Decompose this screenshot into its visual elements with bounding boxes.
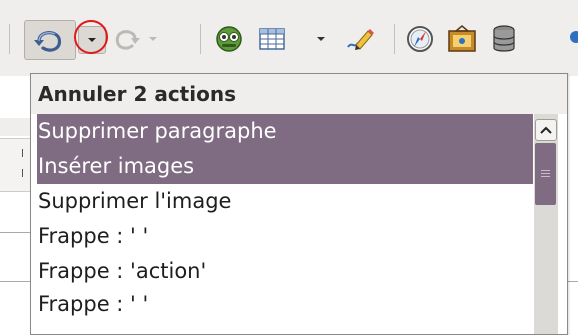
- list-item[interactable]: Supprimer paragraphe: [37, 114, 533, 149]
- table-dropdown-button[interactable]: [314, 26, 328, 52]
- grip-line: [541, 173, 550, 174]
- toolbar-separator: [9, 24, 10, 54]
- scroll-up-button[interactable]: [535, 119, 557, 141]
- ruler-tick: [22, 149, 23, 157]
- chevron-down-icon: [317, 37, 325, 41]
- chevron-up-icon: [540, 126, 552, 134]
- help-icon: [570, 31, 578, 43]
- navigator-compass-button[interactable]: [404, 23, 436, 55]
- gallery-button[interactable]: [444, 22, 480, 56]
- data-sources-button[interactable]: [488, 22, 520, 56]
- navigator-compass-icon: [407, 26, 433, 52]
- more-toolbar-button[interactable]: [564, 26, 578, 52]
- undo-actions-popup: Annuler 2 actions Supprimer paragraphe I…: [30, 73, 568, 335]
- data-sources-icon: [493, 25, 515, 52]
- list-item[interactable]: Insérer images: [37, 149, 533, 184]
- page-margin-line: [0, 232, 30, 233]
- redo-button[interactable]: [112, 24, 142, 54]
- formatting-toolbar-strip: [0, 118, 30, 136]
- grip-line: [541, 176, 550, 177]
- list-item[interactable]: Supprimer l'image: [37, 184, 533, 219]
- navigator-button[interactable]: [212, 22, 246, 56]
- gallery-icon: [448, 25, 476, 52]
- redo-dropdown-button[interactable]: [144, 26, 162, 52]
- standard-toolbar: [0, 0, 578, 76]
- page-margin-line: [0, 281, 30, 282]
- draw-functions-button[interactable]: [344, 24, 376, 54]
- draw-functions-icon: [347, 29, 374, 50]
- insert-table-button[interactable]: [256, 24, 288, 54]
- ruler-tick: [22, 169, 23, 177]
- undo-actions-list[interactable]: Supprimer paragraphe Insérer images Supp…: [37, 114, 533, 334]
- red-annotation-circle: [74, 20, 108, 54]
- toolbar-separator: [394, 24, 395, 54]
- redo-icon: [115, 30, 140, 50]
- vertical-scrollbar[interactable]: [534, 114, 558, 334]
- chevron-down-icon: [149, 37, 157, 41]
- navigator-icon: [216, 26, 242, 52]
- popup-header: Annuler 2 actions: [31, 74, 567, 114]
- list-item[interactable]: Frappe : ' ': [37, 289, 533, 319]
- undo-button[interactable]: [24, 20, 76, 60]
- toolbar-separator: [200, 24, 201, 54]
- list-item[interactable]: Frappe : ' ': [37, 219, 533, 254]
- list-item[interactable]: Frappe : 'action': [37, 254, 533, 289]
- table-icon: [259, 28, 285, 50]
- undo-icon: [34, 31, 62, 52]
- grip-line: [541, 170, 550, 171]
- undo-count-title: Annuler 2 actions: [38, 82, 236, 106]
- scroll-thumb[interactable]: [535, 143, 556, 205]
